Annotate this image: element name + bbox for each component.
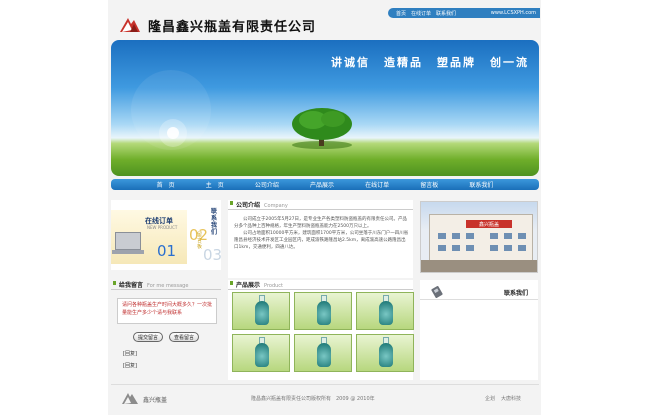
about-paragraph-1: 公司成立于2005年5月27日，是专业生产各类塑料防盗瓶盖的有限责任公司。产品分…: [234, 217, 408, 229]
contact-header: 联系我们: [420, 280, 538, 300]
reply-link-1[interactable]: [回复]: [123, 350, 137, 357]
slogan-2: 造精品: [384, 56, 423, 69]
footer-link-2[interactable]: 大唐科技: [501, 395, 521, 402]
product-thumbnail[interactable]: [356, 292, 414, 330]
window: [438, 245, 446, 251]
product-thumbnail[interactable]: [232, 334, 290, 372]
product-thumbnail[interactable]: [356, 334, 414, 372]
about-text: 公司成立于2005年5月27日，是专业生产各类塑料防盗瓶盖的有限责任公司。产品分…: [234, 216, 410, 251]
online-order-subtitle: NEW PRODUCT: [147, 225, 178, 230]
nav-order[interactable]: 在线订单: [365, 180, 389, 189]
about-title-en: Company: [264, 203, 288, 209]
bottle-shape: [317, 301, 331, 325]
about-panel: 公司介绍 Company 公司成立于2005年5月27日，是专业生产各类塑料防盗…: [228, 200, 413, 278]
bottle-shape: [255, 343, 269, 367]
product-thumbnail[interactable]: [294, 334, 352, 372]
footer-link-1[interactable]: 企划: [485, 395, 495, 402]
online-order-card[interactable]: 在线订单 NEW PRODUCT 01: [111, 210, 187, 264]
factory-building: 鑫兴瓶盖: [429, 214, 533, 264]
products-section-title: 产品展示 Product: [228, 280, 413, 290]
slogan-4: 创一流: [490, 56, 529, 69]
about-title: 公司介绍: [228, 200, 260, 209]
footer-logo-icon: [122, 393, 138, 404]
company-name: 隆昌鑫兴瓶盖有限责任公司: [148, 20, 317, 35]
banner-slogan: 讲诚信 造精品 塑品牌 创一流: [331, 54, 529, 70]
window: [466, 233, 474, 239]
window: [438, 233, 446, 239]
laptop-icon: [112, 232, 144, 254]
courtyard: [421, 260, 537, 272]
contact-label[interactable]: 联系我们: [504, 288, 528, 297]
products-panel: 产品展示 Product: [228, 280, 414, 380]
promo-panel: 在线订单 NEW PRODUCT 01 联系我们 02 留言板 03: [111, 200, 223, 270]
message-title-en: For me message: [147, 283, 189, 289]
product-thumbnail[interactable]: [294, 292, 352, 330]
nav-contact[interactable]: 联系我们: [469, 180, 493, 189]
nav-guestbook[interactable]: 留言板: [420, 180, 438, 189]
factory-sign: 鑫兴瓶盖: [466, 220, 512, 228]
main-nav: 首 页 主 页 公司介绍 产品展示 在线订单 留言板 联系我们: [111, 179, 539, 190]
window: [518, 245, 526, 251]
contact-panel: 联系我们: [420, 280, 538, 380]
window: [490, 233, 498, 239]
message-title: 给我留言: [111, 280, 143, 289]
window: [504, 245, 512, 251]
window: [490, 245, 498, 251]
nav-main[interactable]: 主 页: [206, 180, 224, 189]
reply-link-2[interactable]: [回复]: [123, 362, 137, 369]
company-logo-icon[interactable]: [118, 14, 142, 36]
nav-products[interactable]: 产品展示: [310, 180, 334, 189]
about-paragraph-2: 公司占地面积10000平方米，建筑面积1700平方米，公司坐落于川东门户一四川省…: [234, 231, 409, 250]
slogan-3: 塑品牌: [437, 56, 476, 69]
window: [518, 233, 526, 239]
hero-banner: 讲诚信 造精品 塑品牌 创一流: [111, 40, 539, 176]
nav-about[interactable]: 公司介绍: [255, 180, 279, 189]
product-grid: [232, 292, 414, 372]
products-title-en: Product: [264, 283, 283, 289]
factory-photo: 鑫兴瓶盖: [420, 201, 538, 273]
view-messages-button[interactable]: 查看留言: [169, 332, 199, 342]
message-panel: 给我留言 For me message 请问各种瓶盖生产时间大概多久？一次批量能…: [111, 280, 221, 380]
page-frame: 首页 在线订单 联系我们 www.LCSXPH.com 隆昌鑫兴瓶盖有限责任公司…: [108, 0, 541, 415]
window: [452, 233, 460, 239]
products-title: 产品展示: [228, 280, 260, 289]
phone-icon: [431, 286, 443, 298]
contact-card[interactable]: 联系我们 02 留言板 03: [189, 202, 223, 270]
bottle-shape: [379, 343, 393, 367]
about-section-title: 公司介绍 Company: [228, 200, 413, 210]
bottle-shape: [379, 301, 393, 325]
slogan-1: 讲诚信: [331, 56, 370, 69]
window: [452, 245, 460, 251]
message-buttons: 提交留言 查看留言: [133, 332, 199, 342]
footer-brand: 鑫兴瓶盖: [143, 397, 168, 404]
window: [504, 233, 512, 239]
contact-card-number: 03: [203, 246, 223, 264]
site-header: 隆昌鑫兴瓶盖有限责任公司: [108, 12, 541, 40]
bottle-shape: [255, 301, 269, 325]
submit-message-button[interactable]: 提交留言: [133, 332, 163, 342]
bottle-shape: [317, 343, 331, 367]
contact-card-title: 联系我们: [211, 208, 218, 236]
message-section-title: 给我留言 For me message: [111, 280, 221, 290]
footer-links: 企划 大唐科技: [485, 395, 521, 402]
window: [466, 245, 474, 251]
site-footer: 鑫兴瓶盖 隆昌鑫兴瓶盖有限责任公司版权所有 2009 @ 2010年 企划 大唐…: [111, 384, 539, 412]
nav-home[interactable]: 首 页: [157, 180, 175, 189]
footer-copyright: 隆昌鑫兴瓶盖有限责任公司版权所有 2009 @ 2010年: [251, 396, 375, 402]
online-order-number: 01: [157, 242, 177, 260]
product-thumbnail[interactable]: [232, 292, 290, 330]
message-text: 请问各种瓶盖生产时间大概多久？一次批量能生产多少个请与我联系: [117, 298, 217, 324]
